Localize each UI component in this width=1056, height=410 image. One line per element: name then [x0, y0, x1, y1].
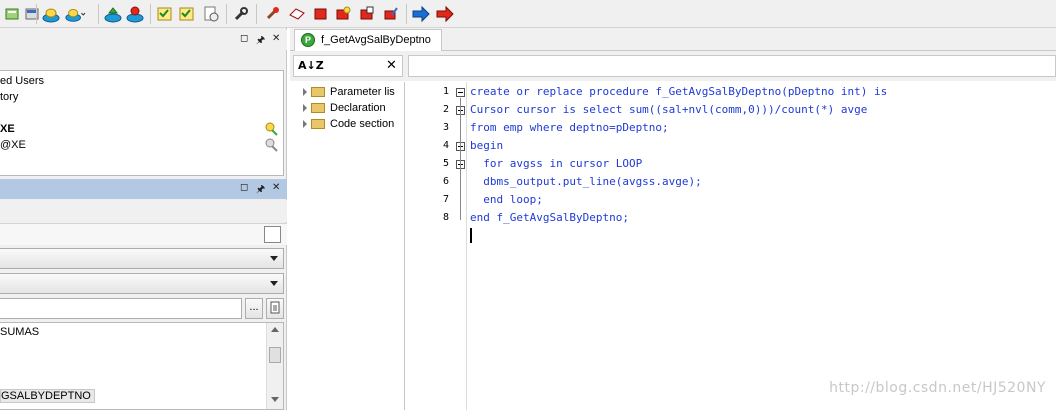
filter-checkbox[interactable]: [264, 226, 281, 243]
stop-icon[interactable]: [64, 3, 86, 25]
procedure-icon: P: [301, 33, 315, 47]
object-delete-icon[interactable]: [310, 3, 332, 25]
list-item[interactable]: @XE: [0, 139, 26, 151]
debug-icon[interactable]: [154, 3, 176, 25]
code-line: end f_GetAvgSalByDeptno;: [470, 211, 629, 224]
code-editor[interactable]: create or replace procedure f_GetAvgSalB…: [470, 82, 1056, 410]
expand-icon[interactable]: [303, 88, 307, 96]
object-list: SUMAS GSALBYDEPTNO: [0, 322, 284, 410]
tree-node-label: Code section: [330, 118, 395, 130]
pin-icon[interactable]: 🖈: [256, 182, 265, 199]
line-number: 1: [442, 86, 449, 97]
list-item[interactable]: tory: [0, 91, 18, 103]
minimize-icon[interactable]: ◻: [240, 182, 248, 193]
object-describe-icon[interactable]: [380, 3, 402, 25]
object-browser-toolbar: [0, 200, 287, 222]
report-icon[interactable]: [200, 3, 222, 25]
wrench-icon[interactable]: [230, 3, 252, 25]
compile-icon[interactable]: [176, 3, 198, 25]
editor-header-strip: [408, 55, 1056, 77]
code-outline-tree: Parameter lis Declaration Code section: [293, 82, 405, 410]
object-new-icon[interactable]: [262, 3, 284, 25]
list-item[interactable]: ed Users: [0, 75, 44, 87]
text-caret: [470, 228, 472, 243]
object-edit-icon[interactable]: [286, 3, 308, 25]
list-item[interactable]: GSALBYDEPTNO: [0, 389, 95, 403]
outline-toolbar: A↓Z ✕: [293, 55, 403, 77]
list-item[interactable]: SUMAS: [0, 326, 39, 338]
owner-select[interactable]: [0, 273, 284, 294]
tree-node-parameters[interactable]: Parameter lis: [303, 84, 395, 100]
close-icon[interactable]: ✕: [272, 33, 280, 44]
close-icon[interactable]: ✕: [386, 58, 397, 73]
back-icon[interactable]: [410, 3, 432, 25]
list-item[interactable]: XE: [0, 123, 15, 135]
watermark: http://blog.csdn.net/HJ520NY: [829, 380, 1046, 396]
code-line: for avgss in cursor LOOP: [470, 157, 643, 170]
search-key-icon[interactable]: [264, 137, 280, 156]
connection-list: ed Users tory XE @XE: [0, 70, 284, 176]
folder-icon: [311, 119, 325, 129]
code-line: Cursor cursor is select sum((sal+nvl(com…: [470, 103, 868, 116]
forward-icon[interactable]: [434, 3, 456, 25]
minimize-icon[interactable]: ◻: [240, 33, 248, 44]
code-line: dbms_output.put_line(avgss.avge);: [470, 175, 702, 188]
folder-icon: [311, 103, 325, 113]
code-line: begin: [470, 139, 504, 152]
line-number: 4: [442, 140, 449, 151]
scrollbar-thumb[interactable]: [269, 347, 281, 363]
close-icon[interactable]: ✕: [272, 182, 280, 193]
line-number: 7: [442, 194, 449, 205]
tab-procedure[interactable]: P f_GetAvgSalByDeptno: [294, 29, 442, 51]
object-run-icon[interactable]: [356, 3, 378, 25]
object-browser-header: ◻ 🖈 ✕: [0, 179, 287, 199]
left-panel: ◻ 🖈 ✕ ed Users tory XE @XE ◻ 🖈 ✕ ... SUM…: [0, 28, 287, 410]
commit-icon[interactable]: [102, 3, 124, 25]
object-type-select[interactable]: [0, 248, 284, 269]
code-line: end loop;: [470, 193, 543, 206]
code-line: from emp where deptno=pDeptno;: [470, 121, 669, 134]
tree-node-declaration[interactable]: Declaration: [303, 100, 386, 116]
object-props-icon[interactable]: [332, 3, 354, 25]
execute-icon[interactable]: [40, 3, 62, 25]
object-search-input[interactable]: [0, 298, 242, 319]
tree-node-label: Parameter lis: [330, 86, 395, 98]
editor-tab-bar: P f_GetAvgSalByDeptno: [290, 28, 1056, 51]
line-number: 2: [442, 104, 449, 115]
tree-node-code-section[interactable]: Code section: [303, 116, 394, 132]
sort-icon[interactable]: A↓Z: [298, 59, 324, 72]
line-number: 3: [442, 122, 449, 133]
expand-icon[interactable]: [303, 104, 307, 112]
line-number: 8: [442, 212, 449, 223]
fold-toggle-icon[interactable]: [456, 88, 465, 97]
line-number-gutter: 1 2 3 4 5 6 7 8: [409, 82, 467, 410]
line-number: 5: [442, 158, 449, 169]
sql-window-icon[interactable]: [2, 3, 24, 25]
tab-title: f_GetAvgSalByDeptno: [321, 34, 431, 46]
expand-icon[interactable]: [303, 120, 307, 128]
rollback-icon[interactable]: [124, 3, 146, 25]
fold-guide: [460, 98, 461, 220]
options-button[interactable]: [266, 298, 284, 319]
code-line: create or replace procedure f_GetAvgSalB…: [470, 85, 888, 98]
editor-subtoolbar: A↓Z ✕: [290, 51, 1056, 81]
folder-icon: [311, 87, 325, 97]
tree-node-label: Declaration: [330, 102, 386, 114]
line-number: 6: [442, 176, 449, 187]
scrollbar[interactable]: [266, 323, 283, 409]
pin-icon[interactable]: 🖈: [256, 33, 265, 50]
main-toolbar: [0, 0, 1056, 28]
filter-row: [0, 223, 287, 245]
connection-panel-header: ◻ 🖈 ✕: [0, 30, 287, 50]
browse-button[interactable]: ...: [245, 298, 263, 319]
